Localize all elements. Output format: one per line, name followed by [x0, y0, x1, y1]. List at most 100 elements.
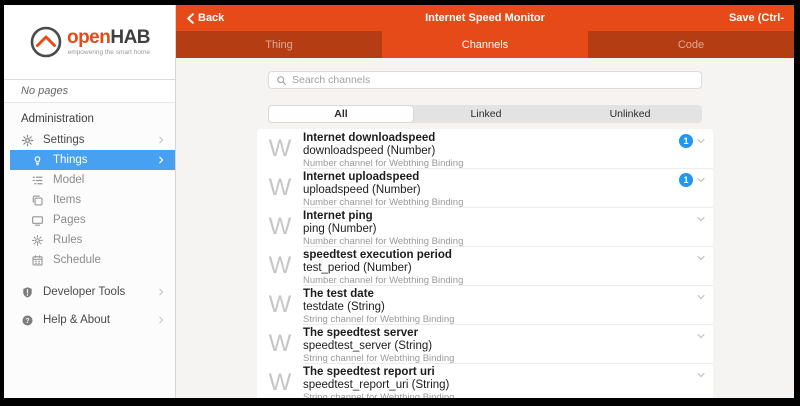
chevron-down-icon[interactable]: [695, 369, 707, 381]
binding-letter-icon: W: [257, 324, 303, 363]
filter-segmented-control: All Linked Unlinked: [268, 105, 702, 123]
chevron-down-icon[interactable]: [695, 135, 707, 147]
filter-linked[interactable]: Linked: [414, 105, 558, 123]
sidebar-spacer: [4, 270, 175, 282]
channel-row-testdate[interactable]: W The test date testdate (String) String…: [257, 285, 713, 324]
sidebar-section-administration: Administration: [4, 103, 175, 130]
channel-id: speedtest_report_uri (String): [303, 379, 695, 392]
openhab-logo-icon: [29, 25, 63, 59]
channel-id: speedtest_server (String): [303, 340, 695, 353]
sidebar-item-label: Schedule: [53, 254, 101, 266]
chevron-right-icon: [156, 287, 166, 297]
back-label: Back: [198, 12, 224, 24]
sidebar: openHAB empowering the smart home No pag…: [4, 5, 176, 398]
sidebar-item-schedule[interactable]: Schedule: [4, 250, 175, 270]
channel-title: Internet ping: [303, 210, 695, 223]
sidebar-item-items[interactable]: Items: [4, 190, 175, 210]
linked-count-badge: 1: [679, 173, 693, 187]
channel-row-uploadspeed[interactable]: W Internet uploadspeed uploadspeed (Numb…: [257, 168, 713, 207]
sidebar-item-pages[interactable]: Pages: [4, 210, 175, 230]
app-window: openHAB empowering the smart home No pag…: [4, 5, 794, 398]
chevron-right-icon: [156, 155, 166, 165]
sidebar-spacer: [4, 302, 175, 310]
channel-title: Internet downloadspeed: [303, 132, 679, 145]
sidebar-item-label: Items: [53, 194, 81, 206]
chevron-down-icon[interactable]: [695, 252, 707, 264]
binding-letter-icon: W: [257, 168, 303, 207]
chevron-right-icon: [156, 135, 166, 145]
save-button[interactable]: Save (Ctrl-: [729, 12, 784, 24]
page-title: Internet Speed Monitor: [176, 12, 794, 24]
sidebar-item-label: Help & About: [43, 314, 110, 326]
filter-unlinked[interactable]: Unlinked: [558, 105, 702, 123]
chevron-right-icon: [156, 315, 166, 325]
channel-title: speedtest execution period: [303, 249, 695, 262]
binding-letter-icon: W: [257, 207, 303, 246]
channel-id: downloadspeed (Number): [303, 145, 679, 158]
search-input[interactable]: [292, 74, 694, 86]
sidebar-item-help-about[interactable]: ? Help & About: [4, 310, 175, 330]
model-tree-icon: [30, 173, 44, 187]
back-button[interactable]: Back: [186, 12, 224, 24]
channel-row-ping[interactable]: W Internet ping ping (Number) Number cha…: [257, 207, 713, 246]
logo-panel: openHAB empowering the smart home: [4, 5, 175, 80]
sidebar-item-developer-tools[interactable]: Developer Tools: [4, 282, 175, 302]
tab-thing[interactable]: Thing: [176, 31, 382, 58]
tab-bar: Thing Channels Code: [176, 31, 794, 58]
openhab-logo: openHAB empowering the smart home: [29, 25, 150, 59]
chevron-down-icon[interactable]: [695, 330, 707, 342]
channel-title: Internet uploadspeed: [303, 171, 679, 184]
sidebar-item-label: Developer Tools: [43, 286, 125, 298]
chevron-down-icon[interactable]: [695, 291, 707, 303]
filter-all[interactable]: All: [268, 105, 414, 123]
search-icon: [276, 75, 287, 86]
search-bar: [268, 71, 702, 89]
logo-tagline: empowering the smart home: [67, 49, 150, 56]
channel-id: test_period (Number): [303, 262, 695, 275]
channel-id: uploadspeed (Number): [303, 184, 679, 197]
sidebar-item-label: Settings: [43, 134, 85, 146]
sidebar-item-model[interactable]: Model: [4, 170, 175, 190]
chevron-left-icon: [186, 13, 195, 24]
binding-letter-icon: W: [257, 129, 303, 168]
sidebar-item-label: Rules: [53, 234, 82, 246]
chevron-down-icon[interactable]: [695, 174, 707, 186]
main-panel: Back Internet Speed Monitor Save (Ctrl- …: [176, 5, 794, 398]
tab-code[interactable]: Code: [588, 31, 794, 58]
channel-id: ping (Number): [303, 223, 695, 236]
sidebar-item-label: Model: [53, 174, 84, 186]
channel-row-speedtest-report-uri[interactable]: W The speedtest report uri speedtest_rep…: [257, 363, 713, 398]
channel-row-test-period[interactable]: W speedtest execution period test_period…: [257, 246, 713, 285]
channel-row-speedtest-server[interactable]: W The speedtest server speedtest_server …: [257, 324, 713, 363]
logo-wordmark: openHAB: [67, 28, 150, 48]
channel-title: The test date: [303, 288, 695, 301]
binding-letter-icon: W: [257, 363, 303, 398]
channels-content: All Linked Unlinked W Internet downloads…: [176, 58, 794, 398]
tab-channels[interactable]: Channels: [382, 31, 588, 58]
sidebar-item-rules[interactable]: Rules: [4, 230, 175, 250]
gear-icon: [20, 133, 34, 147]
items-copy-icon: [30, 193, 44, 207]
lightbulb-icon: [30, 153, 44, 167]
channel-title: The speedtest report uri: [303, 366, 695, 379]
binding-letter-icon: W: [257, 246, 303, 285]
binding-letter-icon: W: [257, 285, 303, 324]
channel-title: The speedtest server: [303, 327, 695, 340]
linked-count-badge: 1: [679, 134, 693, 148]
developer-tools-icon: [20, 285, 34, 299]
sidebar-item-label: Pages: [53, 214, 86, 226]
sidebar-item-settings[interactable]: Settings: [4, 130, 175, 150]
rules-sparkle-icon: [30, 233, 44, 247]
svg-text:?: ?: [25, 317, 29, 324]
help-icon: ?: [20, 313, 34, 327]
pages-display-icon: [30, 213, 44, 227]
channel-id: testdate (String): [303, 301, 695, 314]
sidebar-item-label: Things: [53, 154, 88, 166]
no-pages-label: No pages: [4, 80, 175, 103]
channel-list: W Internet downloadspeed downloadspeed (…: [257, 129, 713, 398]
sidebar-item-things[interactable]: Things: [10, 150, 175, 170]
chevron-down-icon[interactable]: [695, 213, 707, 225]
channel-row-downloadspeed[interactable]: W Internet downloadspeed downloadspeed (…: [257, 129, 713, 168]
channel-description: String channel for Webthing Binding: [303, 392, 695, 398]
top-navbar: Back Internet Speed Monitor Save (Ctrl-: [176, 5, 794, 31]
